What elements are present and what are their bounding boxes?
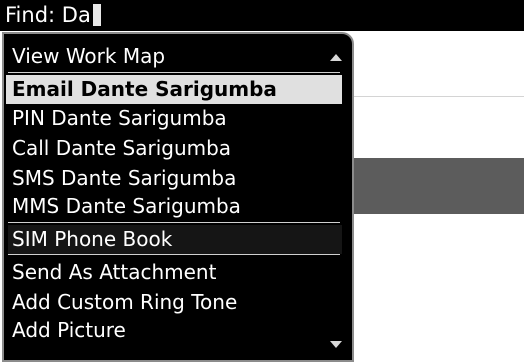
- menu-item-add-picture[interactable]: Add Picture: [12, 316, 126, 345]
- scroll-up-icon[interactable]: [330, 54, 342, 61]
- menu-item-pin[interactable]: PIN Dante Sarigumba: [12, 104, 227, 133]
- find-bar[interactable]: Find: Da: [0, 0, 524, 31]
- menu-item-view-work-map[interactable]: View Work Map: [12, 42, 165, 71]
- menu-item-email[interactable]: Email Dante Sarigumba: [6, 75, 342, 104]
- menu-item-mms[interactable]: MMS Dante Sarigumba: [12, 192, 241, 221]
- scroll-down-icon[interactable]: [330, 341, 342, 348]
- menu-item-send-as-attachment[interactable]: Send As Attachment: [12, 258, 216, 287]
- background-highlight-row: [340, 158, 524, 214]
- menu-item-add-custom-ring-tone[interactable]: Add Custom Ring Tone: [12, 288, 237, 317]
- context-menu: View Work Map Email Dante Sarigumba PIN …: [2, 32, 354, 362]
- background-divider: [340, 96, 524, 97]
- menu-separator: [8, 254, 340, 255]
- find-input[interactable]: Da: [62, 3, 91, 27]
- menu-item-call[interactable]: Call Dante Sarigumba: [12, 134, 231, 163]
- find-label: Find:: [5, 3, 56, 27]
- text-cursor: [92, 4, 101, 26]
- menu-item-sms[interactable]: SMS Dante Sarigumba: [12, 164, 236, 193]
- menu-item-sim-phone-book[interactable]: SIM Phone Book: [8, 225, 342, 254]
- menu-separator: [8, 222, 340, 223]
- menu-separator: [8, 72, 340, 73]
